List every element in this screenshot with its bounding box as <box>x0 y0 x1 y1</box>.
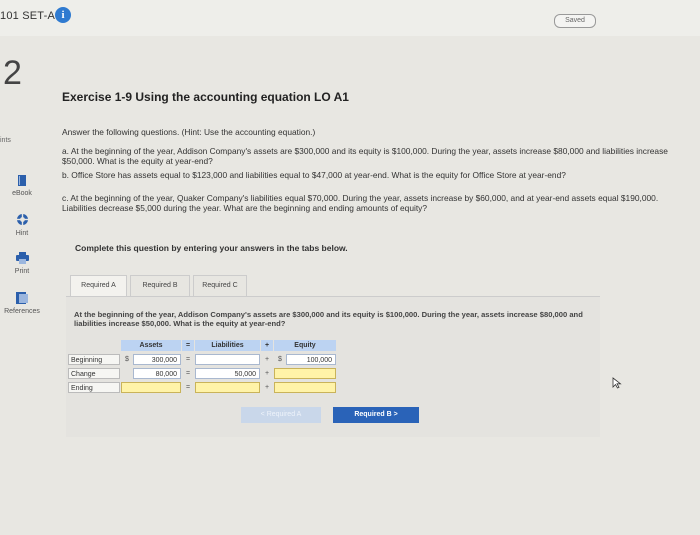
plus-header: + <box>261 340 273 351</box>
question-intro: Answer the following questions. (Hint: U… <box>62 127 316 137</box>
equals-sign: = <box>185 370 191 377</box>
prev-required-button[interactable]: < Required A <box>241 407 321 423</box>
dollar-sign: $ <box>278 356 282 363</box>
sidebar-item-label: eBook <box>12 190 32 197</box>
liabilities-beginning-input[interactable] <box>195 354 260 365</box>
equals-sign: = <box>185 356 191 363</box>
next-required-button[interactable]: Required B > <box>333 407 419 423</box>
row-label-beginning: Beginning <box>68 354 120 365</box>
question-c: c. At the beginning of the year, Quaker … <box>62 193 659 213</box>
equity-beginning-input[interactable]: 100,000 <box>286 354 336 365</box>
print-icon <box>0 252 44 266</box>
book-icon <box>0 175 44 188</box>
question-number: 2 <box>3 54 22 92</box>
sidebar-item-label: References <box>4 308 40 315</box>
question-a: a. At the beginning of the year, Addison… <box>62 146 668 166</box>
plus-sign: + <box>264 356 270 363</box>
equals-header: = <box>182 340 194 351</box>
equity-ending-input[interactable] <box>274 382 336 393</box>
tab-required-b[interactable]: Required B <box>130 275 190 297</box>
mouse-cursor-icon <box>612 376 622 394</box>
saved-badge: Saved <box>554 14 596 28</box>
info-icon[interactable]: i <box>55 7 71 23</box>
sidebar-item-label: Print <box>14 268 30 275</box>
points-label: ints <box>0 137 11 144</box>
tab-required-a[interactable]: Required A <box>70 275 127 297</box>
assets-header: Assets <box>121 340 181 351</box>
exercise-title: Exercise 1-9 Using the accounting equati… <box>62 90 349 104</box>
references-icon <box>0 292 44 306</box>
assets-ending-input[interactable] <box>121 382 181 393</box>
plus-sign: + <box>264 370 270 377</box>
row-label-change: Change <box>68 368 120 379</box>
equity-change-input[interactable] <box>274 368 336 379</box>
equity-header: Equity <box>274 340 336 351</box>
sidebar-item-print[interactable]: Print <box>0 252 44 275</box>
question-b: b. Office Store has assets equal to $123… <box>62 170 566 180</box>
assets-beginning-input[interactable]: 300,000 <box>133 354 181 365</box>
row-label-ending: Ending <box>68 382 120 393</box>
sidebar-item-references[interactable]: References <box>0 292 44 315</box>
equals-sign: = <box>185 384 191 391</box>
top-bar: 101 SET-A 1 i Saved <box>0 0 700 36</box>
assets-change-input[interactable]: 80,000 <box>133 368 181 379</box>
lifebuoy-icon <box>0 213 44 228</box>
sidebar-item-label: Hint <box>15 230 29 237</box>
dollar-sign: $ <box>125 356 129 363</box>
liabilities-header: Liabilities <box>195 340 260 351</box>
tab-required-c[interactable]: Required C <box>193 275 247 297</box>
sidebar-item-ebook[interactable]: eBook <box>0 175 44 197</box>
liabilities-change-input[interactable]: 50,000 <box>195 368 260 379</box>
sidebar-item-hint[interactable]: Hint <box>0 213 44 237</box>
panel-title: Complete this question by entering your … <box>75 243 348 253</box>
liabilities-ending-input[interactable] <box>195 382 260 393</box>
required-a-text: At the beginning of the year, Addison Co… <box>74 310 583 328</box>
plus-sign: + <box>264 384 270 391</box>
